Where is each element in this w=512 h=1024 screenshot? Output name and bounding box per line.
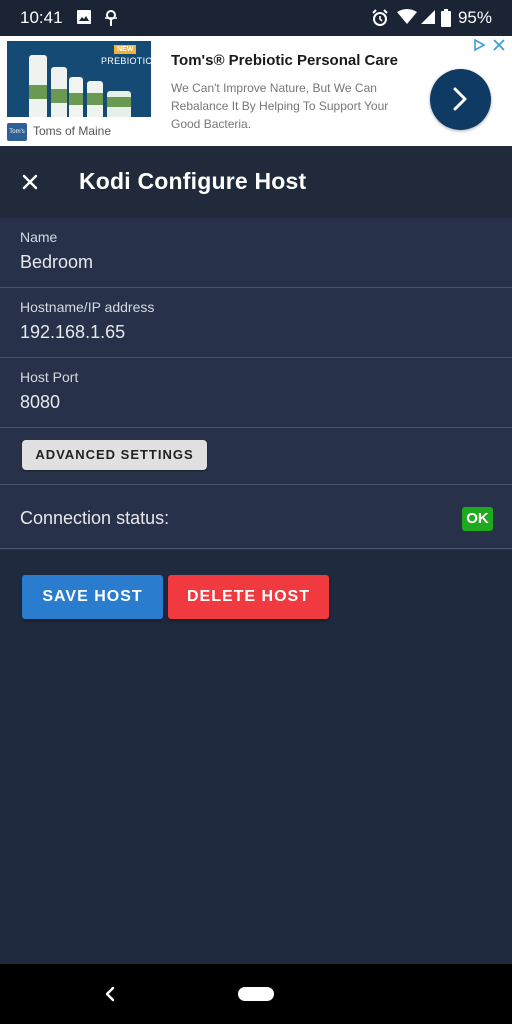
- ad-image-text: PREBIOTIC: [101, 56, 151, 66]
- chevron-left-icon: [105, 986, 115, 1002]
- spark-icon: [102, 9, 120, 32]
- name-field[interactable]: Name Bedroom: [0, 218, 512, 288]
- battery-icon: [441, 9, 451, 32]
- ad-open-button[interactable]: [430, 69, 491, 130]
- port-input[interactable]: 8080: [20, 392, 60, 413]
- wifi-icon: [397, 9, 417, 30]
- divider: [0, 548, 512, 549]
- battery-percentage: 95%: [457, 8, 492, 27]
- field-label: Host Port: [20, 369, 79, 385]
- divider: [0, 484, 512, 485]
- status-time: 10:41: [20, 8, 63, 27]
- ad-product-image[interactable]: NEW PREBIOTIC: [7, 41, 151, 117]
- advanced-settings-button[interactable]: ADVANCED SETTINGS: [22, 440, 207, 470]
- signal-icon: [420, 9, 436, 30]
- host-form: Name Bedroom Hostname/IP address 192.168…: [0, 218, 512, 550]
- close-button[interactable]: [14, 166, 46, 198]
- field-label: Hostname/IP address: [20, 299, 155, 315]
- ad-new-badge: NEW: [114, 45, 137, 54]
- ad-description[interactable]: We Can't Improve Nature, But We Can Reba…: [171, 79, 411, 133]
- connection-status-badge: OK: [462, 507, 493, 531]
- ad-title[interactable]: Tom's® Prebiotic Personal Care: [171, 52, 398, 69]
- divider: [0, 427, 512, 428]
- name-input[interactable]: Bedroom: [20, 252, 93, 273]
- field-label: Name: [20, 229, 58, 245]
- alarm-icon: [371, 9, 389, 32]
- ad-brand-name[interactable]: Toms of Maine: [33, 124, 111, 138]
- chevron-right-icon: [453, 87, 467, 111]
- delete-host-button[interactable]: DELETE HOST: [168, 575, 329, 619]
- ad-choices-icon[interactable]: [472, 38, 486, 57]
- status-bar: 10:41 95%: [0, 0, 512, 36]
- hostname-field[interactable]: Hostname/IP address 192.168.1.65: [0, 288, 512, 358]
- port-field[interactable]: Host Port 8080: [0, 358, 512, 428]
- hostname-input[interactable]: 192.168.1.65: [20, 322, 125, 343]
- ad-close-icon[interactable]: [492, 38, 506, 57]
- back-button[interactable]: [100, 984, 120, 1004]
- close-icon: [22, 174, 38, 190]
- page-title: Kodi Configure Host: [79, 168, 307, 194]
- home-button[interactable]: [238, 987, 274, 1001]
- ad-banner[interactable]: NEW PREBIOTIC Tom's Toms of Maine Tom's®…: [0, 36, 512, 146]
- brand-logo: Tom's: [7, 123, 27, 141]
- toolbar: Kodi Configure Host: [0, 146, 512, 218]
- connection-status-label: Connection status:: [20, 508, 170, 528]
- save-host-button[interactable]: SAVE HOST: [22, 575, 163, 619]
- image-icon: [76, 9, 92, 30]
